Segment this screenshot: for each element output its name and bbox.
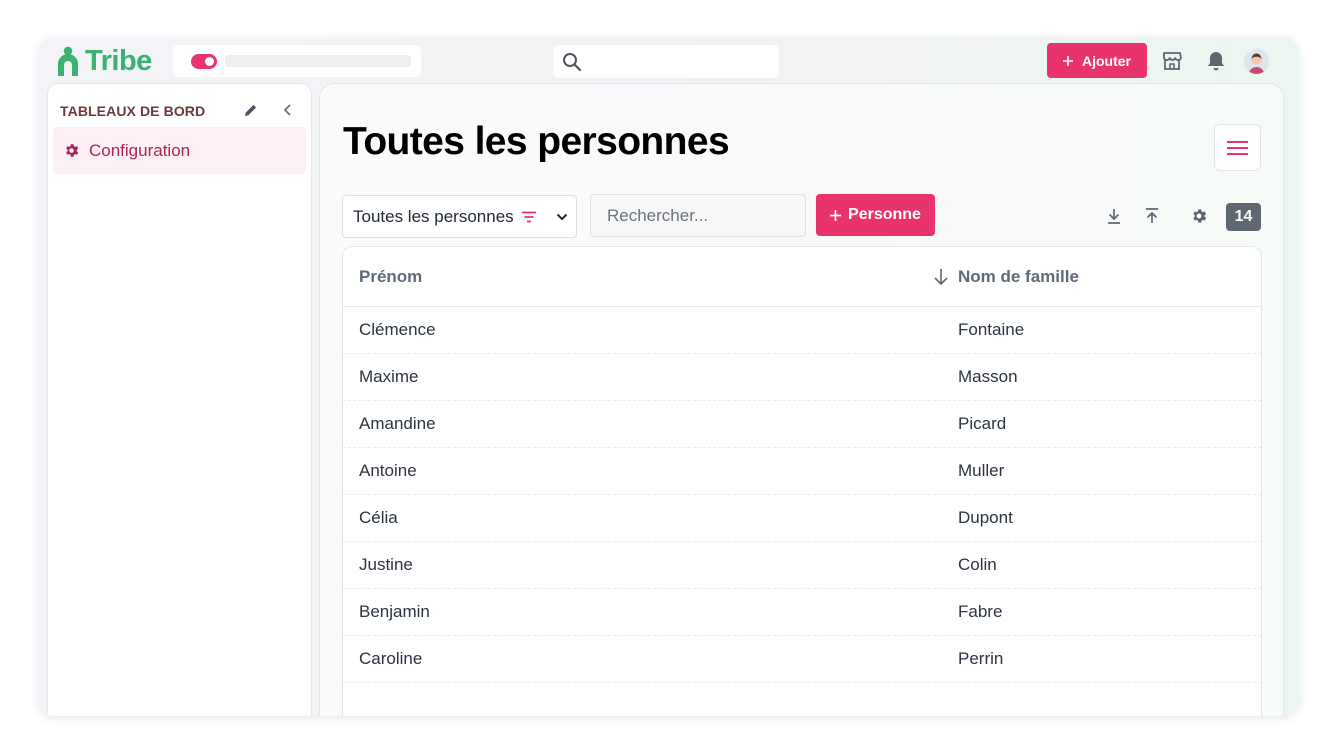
cell-last-name: Masson — [958, 367, 1018, 386]
add-button-label: Ajouter — [1082, 52, 1131, 69]
hamburger-menu-icon — [1227, 140, 1248, 155]
menu-button[interactable] — [1214, 124, 1261, 171]
environment-switcher[interactable] — [173, 45, 421, 77]
table-header: Prénom Nom de famille — [343, 247, 1261, 307]
pencil-icon[interactable] — [242, 101, 260, 119]
chevron-left-icon[interactable] — [280, 101, 296, 119]
add-person-label: Personne — [848, 206, 921, 223]
main-panel: Toutes les personnes Toutes les personne… — [320, 84, 1283, 716]
sidebar-title: TABLEAUX DE BORD — [60, 103, 206, 119]
sidebar-item-configuration[interactable]: Configuration — [53, 127, 306, 174]
global-search[interactable] — [553, 45, 779, 78]
column-header-last-name[interactable]: Nom de famille — [958, 267, 1079, 287]
cell-last-name: Muller — [958, 461, 1005, 480]
cell-last-name: Dupont — [958, 508, 1013, 527]
cell-first-name: Clémence — [359, 320, 436, 339]
tribe-logo-icon — [58, 46, 78, 76]
app-window: Tribe Ajouter TABLEAUX DE BORD Configura… — [38, 37, 1299, 716]
chevron-down-icon — [556, 213, 567, 220]
table-row[interactable]: Justine Colin — [343, 542, 1261, 589]
count-badge: 14 — [1226, 203, 1261, 231]
cell-last-name: Picard — [958, 414, 1007, 433]
cell-last-name: Fabre — [958, 602, 1003, 621]
download-icon[interactable] — [1103, 205, 1125, 227]
cell-first-name: Célia — [359, 508, 398, 527]
environment-toggle[interactable] — [191, 53, 217, 69]
sidebar-item-label: Configuration — [89, 140, 191, 160]
cell-first-name: Maxime — [359, 367, 419, 386]
cell-last-name: Colin — [958, 555, 997, 574]
cell-first-name: Justine — [359, 555, 413, 574]
environment-name-placeholder — [225, 55, 411, 67]
brand-name: Tribe — [85, 44, 152, 77]
sidebar: TABLEAUX DE BORD Configuration — [48, 84, 311, 716]
cell-last-name: Fontaine — [958, 320, 1025, 339]
plus-icon — [830, 209, 842, 221]
table-row[interactable]: Maxime Masson — [343, 354, 1261, 401]
cell-first-name: Antoine — [359, 461, 417, 480]
table-row[interactable]: Célia Dupont — [343, 495, 1261, 542]
table-row[interactable]: Benjamin Fabre — [343, 589, 1261, 636]
table-row[interactable]: Clémence Fontaine — [343, 307, 1261, 354]
arrow-down-sort-icon[interactable] — [931, 265, 951, 289]
plus-icon — [1063, 55, 1073, 66]
logo[interactable]: Tribe — [57, 45, 152, 77]
store-icon[interactable] — [1160, 49, 1184, 73]
gear-icon — [66, 144, 79, 157]
table-row[interactable]: Amandine Picard — [343, 401, 1261, 448]
page-title: Toutes les personnes — [343, 120, 730, 163]
upload-icon[interactable] — [1141, 205, 1163, 227]
cell-last-name: Perrin — [958, 649, 1004, 668]
table-row[interactable]: Antoine Muller — [343, 448, 1261, 495]
people-table: Prénom Nom de famille Clémence Fontaine … — [342, 246, 1262, 716]
bell-icon[interactable] — [1204, 49, 1228, 73]
avatar[interactable] — [1244, 49, 1269, 74]
cell-first-name: Benjamin — [359, 602, 430, 621]
search-input[interactable] — [590, 194, 806, 237]
table-row[interactable]: Caroline Perrin — [343, 636, 1261, 683]
settings-gear-icon[interactable] — [1188, 205, 1210, 227]
cell-first-name: Amandine — [359, 414, 436, 433]
column-header-first-name[interactable]: Prénom — [359, 267, 422, 287]
filter-icon — [521, 211, 536, 222]
search-icon — [563, 52, 582, 71]
view-select-label: Toutes les personnes — [353, 206, 514, 226]
view-select[interactable]: Toutes les personnes — [342, 195, 577, 238]
add-person-button[interactable]: Personne — [816, 194, 935, 236]
cell-first-name: Caroline — [359, 649, 423, 668]
add-button[interactable]: Ajouter — [1047, 43, 1147, 78]
